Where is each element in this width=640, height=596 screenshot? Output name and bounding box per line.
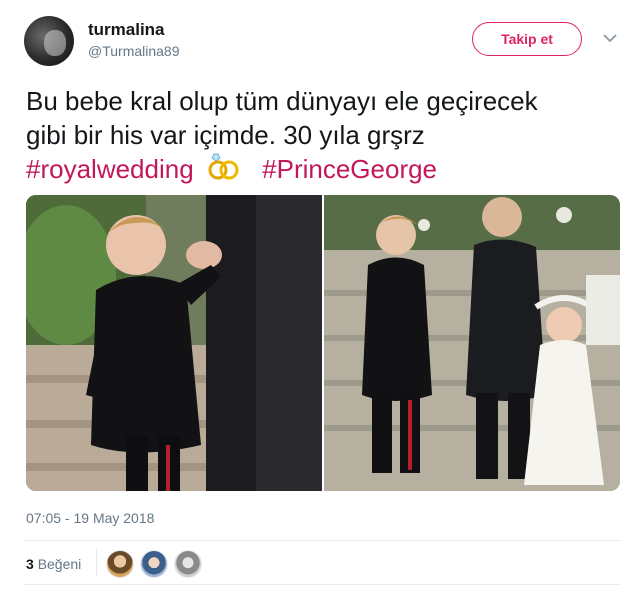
- child-in-black-coat-photo[interactable]: [26, 195, 322, 491]
- user-avatar[interactable]: [24, 16, 74, 66]
- user-handle[interactable]: @Turmalina89: [88, 43, 180, 59]
- liker-avatar[interactable]: [140, 550, 168, 578]
- children-on-steps-photo[interactable]: [324, 195, 620, 491]
- tweet-line-1: Bu bebe kral olup tüm dünyayı ele geçire…: [26, 86, 538, 116]
- hashtag-princegeorge[interactable]: #PrinceGeorge: [262, 154, 437, 184]
- divider: [24, 540, 620, 541]
- wedding-rings-icon: [208, 153, 239, 180]
- tweet-line-2: gibi bir his var içimde. 30 yıla grşrz: [26, 120, 425, 150]
- chevron-down-icon[interactable]: [602, 32, 618, 44]
- like-label: Beğeni: [37, 556, 82, 572]
- follow-button[interactable]: Takip et: [472, 22, 582, 56]
- tweet-text: Bu bebe kral olup tüm dünyayı ele geçire…: [26, 84, 626, 186]
- liker-avatars: [106, 550, 208, 578]
- tweet-media[interactable]: [26, 195, 620, 491]
- avatar-shape: [44, 30, 66, 56]
- hashtag-royalwedding[interactable]: #royalwedding: [26, 154, 194, 184]
- display-name[interactable]: turmalina: [88, 20, 165, 40]
- likes-separator: [96, 548, 97, 576]
- liker-avatar[interactable]: [106, 550, 134, 578]
- liker-avatar[interactable]: [174, 550, 202, 578]
- photo-left-illustration: [26, 195, 322, 491]
- divider: [24, 584, 620, 585]
- tweet-hashtag-line: #royalwedding #PrinceGeorge: [26, 152, 626, 186]
- tweet-timestamp[interactable]: 07:05 - 19 May 2018: [26, 510, 154, 526]
- like-count[interactable]: 3 Beğeni: [26, 556, 81, 572]
- photo-right-illustration: [324, 195, 620, 491]
- like-count-number: 3: [26, 556, 34, 572]
